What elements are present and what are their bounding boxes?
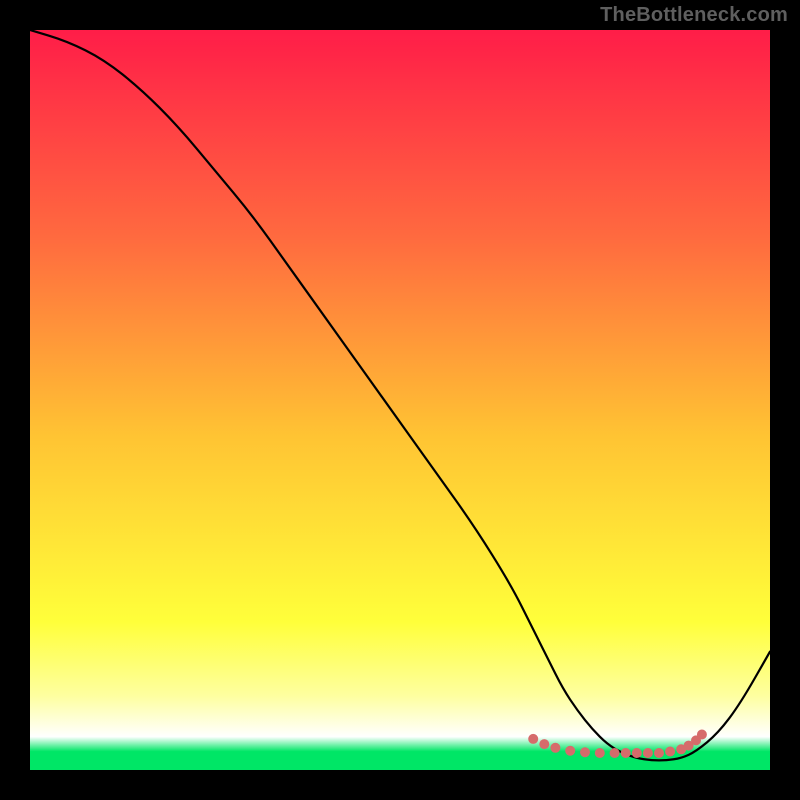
optimal-dot: [665, 747, 675, 757]
optimal-dot: [565, 746, 575, 756]
optimal-dot: [654, 748, 664, 758]
watermark-text: TheBottleneck.com: [600, 4, 788, 27]
optimal-dot: [539, 739, 549, 749]
plot-background: [30, 30, 770, 770]
optimal-dot: [550, 743, 560, 753]
optimal-dot: [595, 748, 605, 758]
chart-svg: [30, 30, 770, 770]
optimal-dot: [643, 748, 653, 758]
optimal-dot: [621, 748, 631, 758]
optimal-dot: [580, 747, 590, 757]
optimal-dot: [632, 748, 642, 758]
plot-area: [30, 30, 770, 770]
chart-stage: TheBottleneck.com: [0, 0, 800, 800]
optimal-dot: [697, 729, 707, 739]
optimal-dot: [610, 748, 620, 758]
optimal-dot: [528, 734, 538, 744]
